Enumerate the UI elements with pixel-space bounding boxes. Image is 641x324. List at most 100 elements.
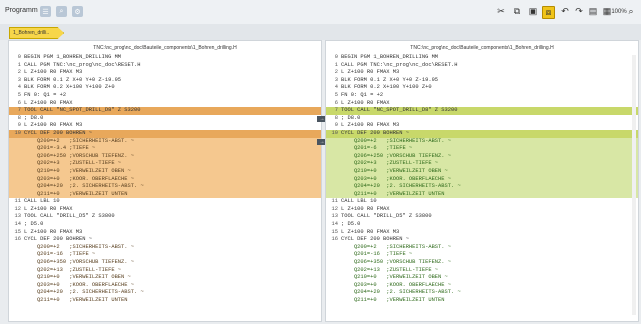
code-line[interactable]: Q203=+0 ;KOOR. OBERFLAECHE ~ xyxy=(326,282,638,290)
code-line[interactable]: 10 CYCL DEF 200 BOHREN ~ xyxy=(326,129,638,138)
code-line[interactable]: 2L Z+100 R0 FMAX M3 xyxy=(9,69,321,77)
code-line[interactable]: Q203=+0 ;KOOR. OBERFLAECHE ~ xyxy=(9,282,321,290)
code-line[interactable]: 3 BLK FORM 0.1 Z X+0 Y+0 Z-19.95 xyxy=(326,77,638,85)
code-line[interactable]: Q200=+2 ;SICHERHEITS-ABST. ~ xyxy=(326,244,638,252)
code-line[interactable]: 16 CYCL DEF 200 BOHREN ~ xyxy=(326,236,638,244)
line-code: CYCL DEF 200 BOHREN ~ xyxy=(341,129,409,136)
line-code: BLK FORM 0.1 Z X+0 Y+0 Z-19.95 xyxy=(24,76,122,83)
code-line[interactable]: 6L Z+100 R0 FMAX xyxy=(326,100,638,108)
undo-icon[interactable]: ↶ xyxy=(560,6,570,17)
code-line[interactable]: Q202=+13 ;ZUSTELL-TIEFE ~ xyxy=(326,267,638,275)
code-line[interactable]: Q204=+20 ;2. SICHERHEITS-ABST. ~ xyxy=(326,289,638,297)
code-line[interactable]: Q202=+3 ;ZUSTELL-TIEFE ~ xyxy=(9,160,321,168)
code-line[interactable]: Q200=+2 ;SICHERHEITS-ABST. ~ xyxy=(9,244,321,252)
code-line[interactable]: 8; D8.0 xyxy=(326,115,638,123)
code-line[interactable]: Q201=-16 ;TIEFE ~ xyxy=(9,251,321,259)
code-line[interactable]: 4 BLK FORM 0.2 X+100 Y+100 Z+0 xyxy=(326,84,638,92)
code-line[interactable]: Q203=+0 ;KOOR. OBERFLAECHE ~ xyxy=(326,175,638,184)
line-code: Q202=+13 ;ZUSTELL-TIEFE ~ xyxy=(24,266,122,273)
settings-button[interactable]: ⚙ xyxy=(72,6,83,17)
line-code: ; D8.0 xyxy=(24,114,44,121)
tab-program[interactable]: 1_Bohren_drilli.. xyxy=(9,27,65,39)
code-line[interactable]: 16 CYCL DEF 200 BOHREN ~ xyxy=(9,236,321,244)
cut-icon[interactable]: ✂ xyxy=(496,6,506,17)
line-number: 7 xyxy=(17,107,21,114)
line-code: Q203=+0 ;KOOR. OBERFLAECHE ~ xyxy=(341,281,451,288)
code-line[interactable]: Q206=+350 ;VORSCHUB TIEFENZ. ~ xyxy=(9,259,321,267)
line-code: Q200=+2 ;SICHERHEITS-ABST. ~ xyxy=(24,137,134,144)
code-line[interactable]: Q206=+250 ;VORSCHUB TIEFENZ. ~ xyxy=(326,152,638,161)
code-line[interactable]: 13 TOOL CALL "DRILL_D5" Z S3800 xyxy=(326,213,638,221)
code-line[interactable]: 9L Z+100 R0 FMAX M3 xyxy=(9,122,321,130)
code-line[interactable]: Q211=+0 ;VERWEILZEIT UNTEN xyxy=(326,190,638,199)
code-line[interactable]: Q210=+0 ;VERWEILZEIT OBEN ~ xyxy=(326,274,638,282)
code-line[interactable]: 4 BLK FORM 0.2 X+100 Y+100 Z+0 xyxy=(9,84,321,92)
code-line[interactable]: 14; D5.0 xyxy=(9,221,321,229)
code-line[interactable]: Q203=+0 ;KOOR. OBERFLAECHE ~ xyxy=(9,175,321,184)
line-number: 13 xyxy=(14,213,21,220)
line-number: 9 xyxy=(17,122,21,129)
code-line[interactable]: Q204=+20 ;2. SICHERHEITS-ABST. ~ xyxy=(326,183,638,191)
code-line[interactable]: 11 CALL LBL 10 xyxy=(9,198,321,206)
code-line[interactable]: 10 CYCL DEF 200 BOHREN ~ xyxy=(9,129,321,138)
left-code-lines: 0 BEGIN PGM 1_BOHREN_DRILLING MM 1 CALL PGM… xyxy=(9,54,321,305)
line-number: 5 xyxy=(17,91,21,98)
code-line[interactable]: Q206=+250 ;VORSCHUB TIEFENZ. ~ xyxy=(9,152,321,161)
code-line[interactable]: 9L Z+100 R0 FMAX M3 xyxy=(326,122,638,130)
zoom-icon[interactable]: ⌕ xyxy=(627,6,635,17)
redo-icon[interactable]: ↷ xyxy=(574,6,584,17)
line-code: BLK FORM 0.2 X+100 Y+100 Z+0 xyxy=(24,84,115,91)
list-button[interactable]: ☰ xyxy=(40,6,51,17)
code-line[interactable]: Q200=+2 ;SICHERHEITS-ABST. ~ xyxy=(326,137,638,146)
code-line[interactable]: Q201=-6 ;TIEFE ~ xyxy=(326,145,638,153)
code-line[interactable]: Q210=+0 ;VERWEILZEIT OBEN ~ xyxy=(326,167,638,176)
line-code: Q206=+350 ;VORSCHUB TIEFENZ. ~ xyxy=(24,259,134,266)
code-line[interactable]: 12 L Z+100 R0 FMAX xyxy=(9,206,321,214)
search-button[interactable]: ⌕ xyxy=(56,6,67,17)
line-code: BLK FORM 0.1 Z X+0 Y+0 Z-19.95 xyxy=(341,76,439,83)
code-line[interactable]: Q210=+0 ;VERWEILZEIT OBEN ~ xyxy=(9,274,321,282)
code-line[interactable]: Q211=+0 ;VERWEILZEIT UNTEN xyxy=(326,297,638,305)
code-line[interactable]: Q211=+0 ;VERWEILZEIT UNTEN xyxy=(9,297,321,305)
code-line[interactable]: Q202=+3 ;ZUSTELL-TIEFE ~ xyxy=(326,160,638,168)
line-number: 3 xyxy=(17,76,21,83)
code-line[interactable]: 3 BLK FORM 0.1 Z X+0 Y+0 Z-19.95 xyxy=(9,77,321,85)
code-line[interactable]: Q201=-16 ;TIEFE ~ xyxy=(326,251,638,259)
code-line[interactable]: 0 BEGIN PGM 1_BOHREN_DRILLING MM xyxy=(9,54,321,62)
code-line[interactable]: 15 L Z+100 R0 FMAX M3 xyxy=(9,229,321,237)
code-line[interactable]: 8; D8.0 xyxy=(9,115,321,123)
code-line[interactable]: 5 FN 0: Q1 = +2 xyxy=(9,92,321,100)
code-line[interactable]: 13 TOOL CALL "DRILL_D5" Z S3800 xyxy=(9,213,321,221)
code-line[interactable]: 7 TOOL CALL "NC_SPOT_DRILL_D8" Z S3200 xyxy=(9,107,321,115)
zoom-level[interactable]: 100% xyxy=(611,6,626,17)
line-number: 4 xyxy=(17,84,21,91)
file-icon[interactable]: ▤ xyxy=(588,6,598,17)
code-line[interactable]: Q201=-3.4 ;TIEFE ~ xyxy=(9,145,321,153)
line-code: Q211=+0 ;VERWEILZEIT UNTEN xyxy=(24,190,128,197)
code-line[interactable]: Q204=+20 ;2. SICHERHEITS-ABST. ~ xyxy=(9,183,321,191)
line-code: FN 0: Q1 = +2 xyxy=(341,91,384,98)
code-line[interactable]: Q200=+2 ;SICHERHEITS-ABST. ~ xyxy=(9,137,321,146)
code-line[interactable]: 6L Z+100 R0 FMAX xyxy=(9,100,321,108)
code-line[interactable]: 11 CALL LBL 10 xyxy=(326,198,638,206)
compare-icon[interactable]: ⧈ xyxy=(542,6,555,19)
code-line[interactable]: Q202=+13 ;ZUSTELL-TIEFE ~ xyxy=(9,267,321,275)
code-line[interactable]: 14; D5.0 xyxy=(326,221,638,229)
copy-icon[interactable]: ⧉ xyxy=(512,6,522,17)
code-line[interactable]: 7 TOOL CALL "NC_SPOT_DRILL_D8" Z S3200 xyxy=(326,107,638,115)
code-line[interactable]: 1 CALL PGM TNC:\nc_prog\nc_doc\RESET.H xyxy=(9,62,321,70)
line-number: 9 xyxy=(334,122,338,129)
code-line[interactable]: 12 L Z+100 R0 FMAX xyxy=(326,206,638,214)
paste-icon[interactable]: ▣ xyxy=(528,6,538,17)
code-line[interactable]: Q204=+20 ;2. SICHERHEITS-ABST. ~ xyxy=(9,289,321,297)
code-line[interactable]: Q211=+0 ;VERWEILZEIT UNTEN xyxy=(9,190,321,199)
code-line[interactable]: 5 FN 0: Q1 = +2 xyxy=(326,92,638,100)
code-line[interactable]: 15 L Z+100 R0 FMAX M3 xyxy=(326,229,638,237)
scrollbar[interactable] xyxy=(632,55,636,315)
code-line[interactable]: 1 CALL PGM TNC:\nc_prog\nc_doc\RESET.H xyxy=(326,62,638,70)
code-line[interactable]: 0 BEGIN PGM 1_BOHREN_DRILLING MM xyxy=(326,54,638,62)
line-code: Q203=+0 ;KOOR. OBERFLAECHE ~ xyxy=(341,175,451,182)
code-line[interactable]: Q206=+350 ;VORSCHUB TIEFENZ. ~ xyxy=(326,259,638,267)
code-line[interactable]: 2L Z+100 R0 FMAX M3 xyxy=(326,69,638,77)
code-line[interactable]: Q210=+0 ;VERWEILZEIT OBEN ~ xyxy=(9,167,321,176)
